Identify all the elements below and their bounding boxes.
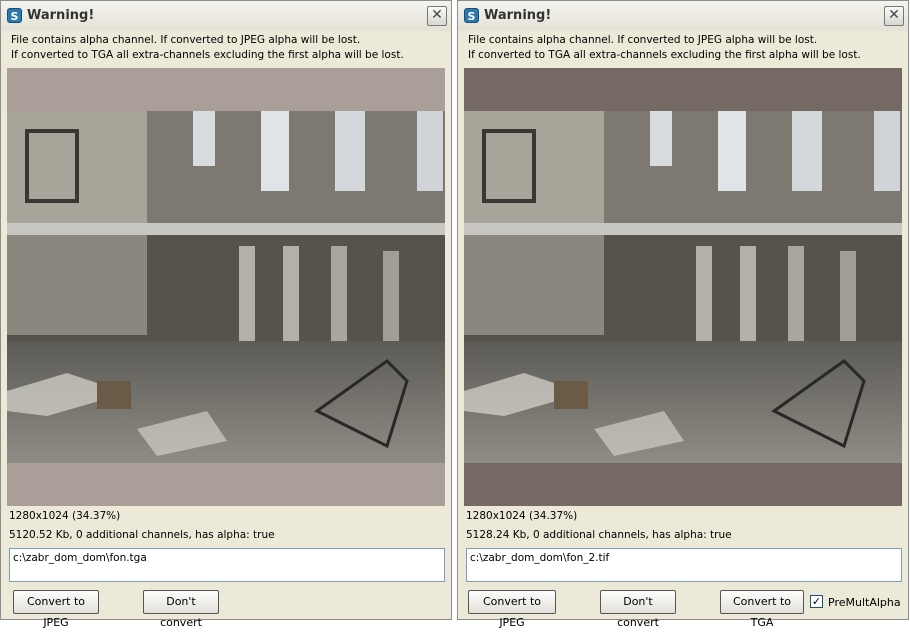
- close-icon[interactable]: ✕: [427, 6, 447, 26]
- warning-dialog-right: S Warning! ✕ File contains alpha channel…: [457, 0, 909, 629]
- file-path-text: c:\zabr_dom_dom\fon.tga: [13, 552, 147, 564]
- resolution-text: 1280x1024 (34.37%): [9, 510, 121, 522]
- file-path-field[interactable]: c:\zabr_dom_dom\fon_2.tif: [466, 548, 902, 582]
- file-path-text: c:\zabr_dom_dom\fon_2.tif: [470, 552, 610, 564]
- dialog-title: Warning!: [484, 8, 552, 23]
- image-preview: [464, 68, 902, 506]
- file-details-text: 5120.52 Kb, 0 additional channels, has a…: [9, 529, 275, 541]
- check-icon: ✓: [811, 595, 822, 608]
- premult-alpha-label: PreMultAlpha: [828, 596, 901, 609]
- title-bar[interactable]: S Warning! ✕: [1, 1, 451, 31]
- title-bar[interactable]: S Warning! ✕: [458, 1, 908, 31]
- warning-message-line2: If converted to TGA all extra-channels e…: [11, 49, 404, 61]
- warning-message-line2: If converted to TGA all extra-channels e…: [468, 49, 861, 61]
- warning-message-line1: File contains alpha channel. If converte…: [468, 34, 818, 46]
- convert-to-jpeg-button[interactable]: Convert to JPEG: [13, 590, 99, 629]
- app-icon: S: [7, 8, 22, 23]
- warning-message-line1: File contains alpha channel. If converte…: [11, 34, 361, 46]
- preview-image: [464, 111, 902, 463]
- dont-convert-button[interactable]: Don't convert: [600, 590, 676, 629]
- file-path-field[interactable]: c:\zabr_dom_dom\fon.tga: [9, 548, 445, 582]
- resolution-text: 1280x1024 (34.37%): [466, 510, 578, 522]
- image-preview: [7, 68, 445, 506]
- dont-convert-button[interactable]: Don't convert: [143, 590, 219, 629]
- convert-to-jpeg-button[interactable]: Convert to JPEG: [468, 590, 556, 629]
- file-details-text: 5128.24 Kb, 0 additional channels, has a…: [466, 529, 732, 541]
- convert-to-tga-button[interactable]: Convert to TGA: [720, 590, 804, 629]
- premult-alpha-checkbox[interactable]: ✓: [810, 595, 823, 608]
- app-icon: S: [464, 8, 479, 23]
- preview-image: [7, 111, 445, 463]
- dialog-title: Warning!: [27, 8, 95, 23]
- close-icon[interactable]: ✕: [884, 6, 904, 26]
- warning-dialog-left: S Warning! ✕ File contains alpha channel…: [0, 0, 452, 629]
